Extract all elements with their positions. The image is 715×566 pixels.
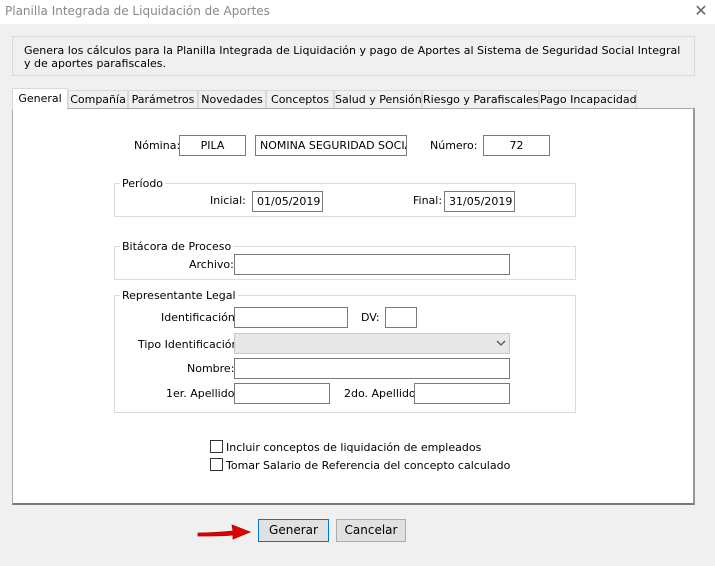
- salario-referencia-label[interactable]: Tomar Salario de Referencia del concepto…: [226, 459, 510, 472]
- fecha-final-field[interactable]: 31/05/2019: [444, 191, 515, 212]
- nombre-label: Nombre:: [187, 362, 235, 375]
- identificacion-label: Identificación:: [161, 311, 239, 324]
- nomina-name-field[interactable]: NOMINA SEGURIDAD SOCIAL: [255, 135, 407, 156]
- chevron-down-icon: [496, 340, 506, 346]
- periodo-final-label: Final:: [413, 194, 443, 207]
- tab-novedades[interactable]: Novedades: [198, 90, 266, 108]
- bitacora-legend: Bitácora de Proceso: [120, 240, 234, 253]
- apellido2-label: 2do. Apellido:: [344, 387, 420, 400]
- salario-referencia-checkbox[interactable]: [210, 458, 223, 471]
- tab-general[interactable]: General: [12, 88, 68, 110]
- numero-label: Número:: [430, 139, 478, 152]
- archivo-label: Archivo:: [189, 258, 234, 271]
- identificacion-field[interactable]: [234, 307, 348, 328]
- tab-compania[interactable]: Compañía: [68, 90, 128, 108]
- archivo-field[interactable]: [234, 254, 510, 275]
- dv-label: DV:: [361, 311, 380, 324]
- numero-field[interactable]: 72: [483, 135, 550, 156]
- close-icon[interactable]: ✕: [690, 0, 712, 22]
- nomina-code-field[interactable]: PILA: [179, 135, 246, 156]
- representante-legend: Representante Legal: [120, 289, 238, 302]
- tab-salud-pension[interactable]: Salud y Pensión: [334, 90, 422, 108]
- tipo-identificacion-select[interactable]: [234, 333, 510, 354]
- tab-pago-incapacidad[interactable]: Pago Incapacidad: [539, 90, 637, 108]
- periodo-legend: Período: [120, 177, 166, 190]
- window-title: Planilla Integrada de Liquidación de Apo…: [5, 4, 270, 18]
- nombre-field[interactable]: [234, 358, 510, 379]
- cancelar-button[interactable]: Cancelar: [336, 519, 406, 542]
- incluir-conceptos-checkbox[interactable]: [210, 440, 223, 453]
- arrow-annotation-icon: [197, 524, 252, 540]
- dv-field[interactable]: [385, 307, 417, 328]
- incluir-conceptos-label[interactable]: Incluir conceptos de liquidación de empl…: [226, 441, 481, 454]
- tab-riesgo-parafiscales[interactable]: Riesgo y Parafiscales: [422, 90, 539, 108]
- generar-button[interactable]: Generar: [258, 519, 329, 542]
- apellido2-field[interactable]: [414, 383, 510, 404]
- apellido1-field[interactable]: [234, 383, 330, 404]
- periodo-inicial-label: Inicial:: [210, 194, 246, 207]
- tab-conceptos[interactable]: Conceptos: [266, 90, 334, 108]
- tipo-identificacion-label: Tipo Identificación:: [138, 338, 243, 351]
- description-text: Genera los cálculos para la Planilla Int…: [24, 44, 681, 70]
- nomina-label: Nómina:: [134, 139, 181, 152]
- fecha-inicial-field[interactable]: 01/05/2019: [252, 191, 323, 212]
- apellido1-label: 1er. Apellido:: [166, 387, 239, 400]
- tab-parametros[interactable]: Parámetros: [128, 90, 198, 108]
